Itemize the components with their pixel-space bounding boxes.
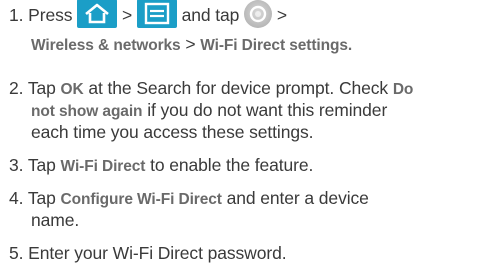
separator: > — [121, 5, 133, 26]
menu-path-wireless: Wireless & networks — [31, 37, 181, 54]
step-text: if you do not want this reminder — [147, 100, 388, 120]
settings-icon — [244, 0, 273, 28]
step-number: 1. — [9, 5, 24, 26]
step-text: Enter your Wi-Fi Direct password. — [28, 243, 287, 263]
step-3: 3. Tap Wi-Fi Direct to enable the featur… — [9, 154, 313, 178]
step-2: 2. Tap OK at the Search for device promp… — [9, 77, 413, 101]
step-1: 1. Press > and tap > — [9, 0, 287, 31]
step-number: 3. — [9, 155, 24, 175]
step-text: Tap — [27, 78, 56, 98]
do-not-show-label-end: not show again — [31, 103, 143, 120]
menu-path-wifi-direct-settings: Wi-Fi Direct settings. — [200, 37, 353, 54]
step-text: at the Search for device prompt. Check — [88, 78, 389, 98]
step-5: 5. Enter your Wi-Fi Direct password. — [9, 242, 287, 264]
step-number: 2. — [9, 78, 24, 98]
step-text: and tap — [181, 5, 240, 26]
step-text: Press — [28, 5, 73, 26]
ok-label: OK — [60, 81, 84, 98]
step-4: 4. Tap Configure Wi-Fi Direct and enter … — [9, 187, 369, 211]
do-not-show-label-start: Do — [392, 81, 414, 98]
step-1-path: Wireless & networks > Wi-Fi Direct setti… — [9, 33, 352, 57]
configure-wifi-direct-label: Configure Wi-Fi Direct — [60, 191, 222, 208]
step-text: and enter a device — [226, 188, 369, 208]
step-text: name. — [31, 210, 80, 230]
home-icon — [77, 0, 118, 28]
step-text: to enable the feature. — [150, 155, 314, 175]
menu-icon — [136, 0, 177, 28]
step-text: each time you access these settings. — [31, 122, 314, 142]
step-number: 5. — [9, 243, 24, 263]
path-separator: > — [180, 34, 201, 54]
wifi-direct-label: Wi-Fi Direct — [60, 158, 146, 175]
step-text: Tap — [27, 188, 56, 208]
step-number: 4. — [9, 188, 24, 208]
step-4-line-2: name. — [9, 209, 79, 231]
step-2-line-2: not show again if you do not want this r… — [9, 99, 387, 123]
step-text: Tap — [27, 155, 56, 175]
separator: > — [276, 5, 287, 26]
step-2-line-3: each time you access these settings. — [9, 121, 313, 143]
